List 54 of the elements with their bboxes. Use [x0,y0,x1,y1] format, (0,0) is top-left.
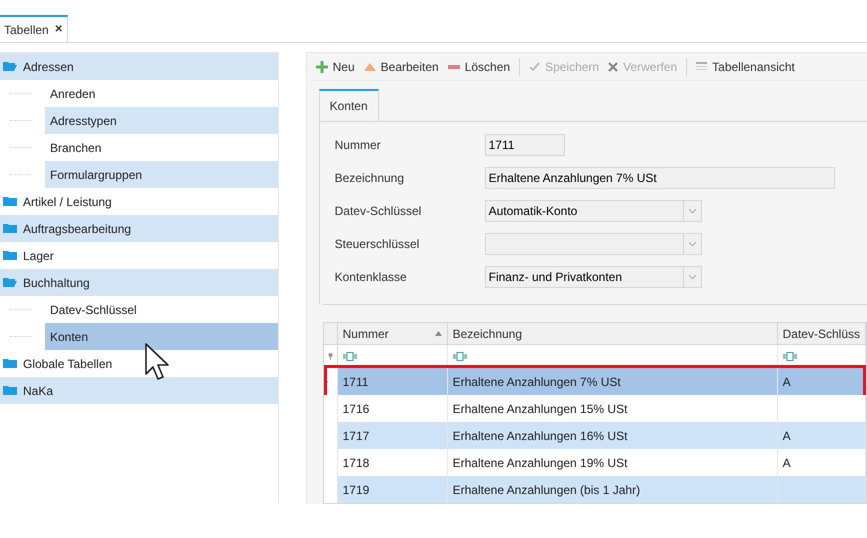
chevron-down-icon [688,275,696,279]
table-cell: Erhaltene Anzahlungen (bis 1 Jahr) [448,476,778,503]
document-tab[interactable]: Tabellen ✕ [0,15,68,42]
folder-icon [3,250,17,261]
field-label: Steuerschlüssel [334,236,420,253]
column-header[interactable]: Datev-Schlüss [778,323,866,344]
table-row[interactable]: 1711 Erhaltene Anzahlungen 7% USt A [324,368,866,395]
dropdown-field[interactable]: Automatik-Konto [484,200,702,222]
table-cell: 1719 [338,476,448,503]
folder-icon [3,223,17,234]
field-label: Datev-Schlüssel [334,203,422,220]
tree-item[interactable]: Auftragsbearbeitung [0,215,278,242]
tree-item[interactable]: Buchhaltung [0,269,278,296]
input-field[interactable]: Erhaltene Anzahlungen 7% USt [484,167,835,189]
close-icon[interactable]: ✕ [54,22,63,37]
tree-item[interactable]: Adresstypen [45,107,278,134]
dropdown-field[interactable] [484,233,702,255]
chevron-down-icon [688,242,696,246]
field-label: Bezeichnung [334,170,406,187]
form-tab[interactable]: Konten [318,89,379,121]
dropdown-field[interactable]: Finanz- und Privatkonten [484,266,702,288]
tree-item[interactable]: Adressen [0,53,278,80]
pin-icon [328,352,333,360]
plus-icon [316,60,328,72]
column-header[interactable]: Nummer [338,323,448,344]
table-row[interactable]: 1717 Erhaltene Anzahlungen 16% USt A [324,422,866,449]
text-filter-icon [452,352,467,360]
chevron-down-icon [688,209,696,213]
input-field[interactable]: 1711 [484,134,565,156]
table-row[interactable]: 1719 Erhaltene Anzahlungen (bis 1 Jahr) [324,476,866,503]
folder-icon [3,196,17,207]
text-filter-icon [782,352,797,360]
sort-ascending-icon [434,331,442,336]
open-folder-icon [3,61,17,72]
field-label: Kontenklasse [334,269,408,286]
toolbar-button[interactable]: Tabellenansicht [696,58,795,76]
column-header[interactable]: Bezeichnung [448,323,778,344]
folder-icon [3,358,17,369]
table-row[interactable]: 1716 Erhaltene Anzahlungen 15% USt [324,395,866,422]
open-folder-icon [3,277,17,288]
minus-icon [448,64,460,68]
close-icon [608,62,618,72]
check-icon [529,62,540,71]
text-filter-icon [342,352,357,360]
triangle-icon [364,62,376,70]
toolbar-button[interactable]: Bearbeiten [364,58,439,76]
tree-item[interactable]: Konten [45,323,278,350]
toolbar-button[interactable]: Löschen [448,58,510,76]
table-icon [696,62,708,72]
field-label: Nummer [334,137,382,154]
folder-icon [3,385,17,396]
tree-item[interactable]: NaKa [0,377,278,404]
toolbar-button[interactable]: Neu [316,58,355,76]
tree-item[interactable]: Formulargruppen [45,161,278,188]
